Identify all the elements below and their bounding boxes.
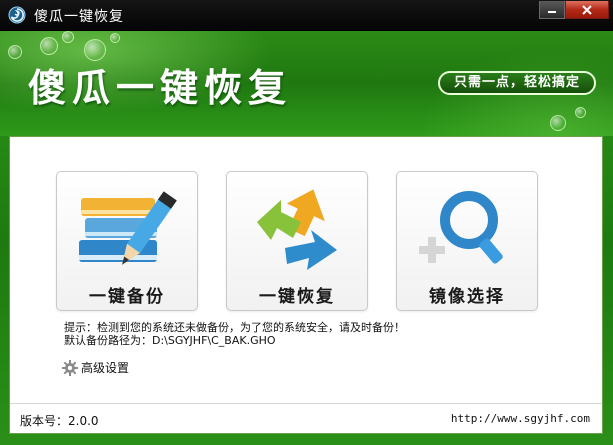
backup-tip: 提示：检测到您的系统还未做备份，为了您的系统安全，请及时备份！ 默认备份路径为：… xyxy=(64,321,405,347)
decor-bubble xyxy=(62,31,74,43)
image-select-button[interactable]: 镜像选择 xyxy=(396,171,538,311)
decor-bubble xyxy=(40,37,58,55)
backup-label: 一键备份 xyxy=(89,287,165,307)
books-pencil-icon xyxy=(79,191,177,265)
decor-bubble xyxy=(110,33,120,43)
minimize-button[interactable] xyxy=(539,1,565,19)
tip-line-2: 默认备份路径为：D:\SGYJHF\C_BAK.GHO xyxy=(64,334,276,347)
minimize-icon xyxy=(548,10,556,13)
banner-title: 傻瓜一键恢复 xyxy=(28,65,293,110)
advanced-settings-link[interactable]: 高级设置 xyxy=(62,359,129,376)
website-link[interactable]: http://www.sgyjhf.com xyxy=(451,412,590,425)
main-panel: 一键备份 一键恢复 镜像选择 提示：检测到您的系统还未做备份，为了您的系统安全，… xyxy=(9,136,603,434)
window-title: 傻瓜一键恢复 xyxy=(34,9,124,25)
window-controls xyxy=(539,1,609,19)
restore-label: 一键恢复 xyxy=(259,287,335,307)
app-window: 傻瓜一键恢复 傻瓜一键恢复 只需一点，轻松搞定 一键备份 一键恢复 镜像选择 提… xyxy=(0,0,613,445)
magnifier-icon xyxy=(419,191,503,264)
tip-line-1: 提示：检测到您的系统还未做备份，为了您的系统安全，请及时备份！ xyxy=(64,321,405,334)
gear-icon xyxy=(62,359,78,376)
backup-button[interactable]: 一键备份 xyxy=(56,171,198,311)
decor-bubble xyxy=(575,107,586,118)
app-swirl-icon xyxy=(8,6,26,24)
close-icon xyxy=(582,4,592,15)
version-text: 版本号：2.0.0 xyxy=(20,414,99,428)
close-button[interactable] xyxy=(565,1,609,19)
footer-divider xyxy=(10,403,602,404)
recycle-arrows-icon xyxy=(257,189,337,270)
title-bar[interactable]: 傻瓜一键恢复 xyxy=(0,0,613,31)
slogan-badge: 只需一点，轻松搞定 xyxy=(438,71,596,95)
restore-button[interactable]: 一键恢复 xyxy=(226,171,368,311)
decor-bubble xyxy=(550,115,566,131)
image-select-label: 镜像选择 xyxy=(429,287,505,307)
header-banner: 傻瓜一键恢复 只需一点，轻松搞定 xyxy=(0,31,613,136)
advanced-settings-label: 高级设置 xyxy=(81,361,130,375)
decor-bubble xyxy=(8,45,22,59)
